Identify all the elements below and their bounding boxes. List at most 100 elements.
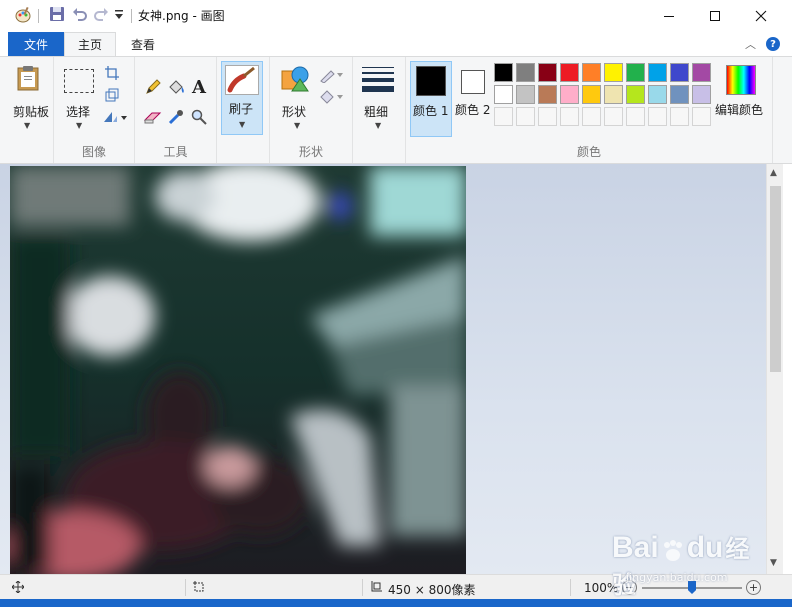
palette-swatch[interactable]: [692, 63, 711, 82]
maximize-icon[interactable]: [692, 0, 738, 31]
scroll-up-icon[interactable]: ▲: [770, 168, 777, 178]
colors-group-label: 颜色: [576, 145, 601, 159]
palette-swatch[interactable]: [670, 63, 689, 82]
custom-color-slot[interactable]: [692, 107, 711, 126]
edit-colors-icon: [726, 65, 756, 95]
color2-button[interactable]: 颜色 2: [454, 61, 494, 137]
colors-group: 颜色 1 颜色 2 编辑颜色 颜色: [406, 57, 773, 163]
image-group: 选择 ▼ 图像: [54, 57, 135, 163]
palette-swatch[interactable]: [582, 63, 601, 82]
palette-swatch[interactable]: [516, 63, 535, 82]
palette-swatch[interactable]: [582, 85, 601, 104]
select-button[interactable]: 选择 ▼: [60, 63, 100, 133]
brushes-label: 刷子: [229, 102, 254, 116]
window-title: 女神.png - 画图: [138, 9, 225, 23]
size-button[interactable]: 粗细 ▼: [358, 63, 400, 133]
collapse-ribbon-icon[interactable]: ︿: [745, 36, 756, 52]
redo-icon[interactable]: [93, 6, 111, 24]
color-palette: [494, 63, 716, 129]
select-label: 选择: [66, 105, 91, 119]
color-picker-icon[interactable]: [166, 107, 186, 127]
palette-swatch[interactable]: [604, 63, 623, 82]
selection-size-icon: [193, 581, 205, 596]
select-icon: [64, 69, 94, 93]
eraser-icon[interactable]: [143, 107, 163, 127]
paste-icon: [16, 65, 40, 94]
palette-swatch[interactable]: [538, 85, 557, 104]
palette-swatch[interactable]: [626, 63, 645, 82]
custom-color-slot[interactable]: [582, 107, 601, 126]
palette-swatch[interactable]: [604, 85, 623, 104]
window-edge: [783, 164, 792, 574]
image-size-icon: [370, 581, 382, 596]
tab-home[interactable]: 主页: [64, 32, 116, 56]
clipboard-button[interactable]: 剪贴板 ▼: [6, 61, 50, 133]
status-separator: [362, 579, 363, 596]
palette-swatch[interactable]: [516, 85, 535, 104]
palette-swatch[interactable]: [494, 85, 513, 104]
color1-label: 颜色 1: [413, 104, 449, 118]
color1-button[interactable]: 颜色 1: [410, 61, 452, 137]
customize-dropdown-icon[interactable]: [114, 9, 132, 27]
color2-label: 颜色 2: [455, 103, 491, 117]
close-icon[interactable]: [738, 0, 784, 31]
clipboard-label: 剪贴板: [13, 105, 50, 119]
title-separator: [131, 9, 132, 23]
shapes-button[interactable]: 形状 ▼: [276, 63, 320, 133]
brushes-button[interactable]: 刷子 ▼: [221, 61, 263, 135]
size-group: 粗细 ▼: [353, 57, 406, 163]
palette-swatch[interactable]: [560, 85, 579, 104]
shapes-label: 形状: [282, 105, 307, 119]
palette-swatch[interactable]: [692, 85, 711, 104]
magnifier-icon[interactable]: [189, 107, 209, 127]
watermark-brand: Bai: [612, 531, 659, 564]
palette-swatch[interactable]: [538, 63, 557, 82]
scrollbar-thumb[interactable]: [770, 186, 781, 372]
chevron-down-icon: ▼: [294, 121, 301, 130]
tab-file[interactable]: 文件: [8, 32, 64, 56]
crop-icon[interactable]: [102, 63, 122, 83]
rotate-icon[interactable]: [102, 107, 128, 127]
palette-swatch[interactable]: [648, 85, 667, 104]
watermark: Bai du经验 jingyan.baidu.com: [612, 527, 762, 599]
custom-color-slot[interactable]: [604, 107, 623, 126]
save-icon[interactable]: [49, 6, 67, 24]
ribbon: 剪贴板 ▼ 选择 ▼ 图像 A 工具 刷子 ▼ 形状 ▼ 形状 粗细 ▼ 颜色 …: [0, 56, 792, 164]
vertical-scrollbar[interactable]: ▲ ▼: [766, 164, 783, 574]
tab-view[interactable]: 查看: [118, 32, 168, 56]
scroll-down-icon[interactable]: ▼: [770, 558, 777, 568]
resize-icon[interactable]: [102, 85, 122, 105]
cursor-position-icon: [11, 580, 25, 596]
text-icon[interactable]: A: [189, 77, 209, 98]
status-separator: [570, 579, 571, 596]
outline-icon[interactable]: [318, 65, 344, 85]
edit-colors-button[interactable]: 编辑颜色: [715, 61, 772, 137]
chevron-down-icon: ▼: [239, 120, 246, 129]
watermark-brand2: du: [686, 531, 724, 564]
image-canvas[interactable]: [10, 166, 466, 574]
help-icon[interactable]: ?: [766, 37, 780, 51]
palette-swatch[interactable]: [494, 63, 513, 82]
palette-swatch[interactable]: [648, 63, 667, 82]
palette-swatch[interactable]: [670, 85, 689, 104]
custom-color-slot[interactable]: [538, 107, 557, 126]
minimize-icon[interactable]: [646, 0, 692, 31]
custom-color-slot[interactable]: [560, 107, 579, 126]
edit-colors-label: 编辑颜色: [715, 103, 764, 117]
custom-color-slot[interactable]: [626, 107, 645, 126]
chevron-down-icon: ▼: [76, 121, 83, 130]
palette-swatch[interactable]: [560, 63, 579, 82]
watermark-url: jingyan.baidu.com: [626, 571, 728, 584]
shape-fill-icon[interactable]: [318, 87, 344, 107]
clipboard-group: 剪贴板 ▼: [0, 57, 54, 163]
custom-color-slot[interactable]: [516, 107, 535, 126]
custom-color-slot[interactable]: [670, 107, 689, 126]
custom-color-slot[interactable]: [648, 107, 667, 126]
pencil-icon[interactable]: [143, 77, 163, 97]
paint-app-icon[interactable]: [14, 6, 32, 24]
fill-icon[interactable]: [166, 77, 186, 97]
custom-color-slot[interactable]: [494, 107, 513, 126]
undo-icon[interactable]: [72, 6, 90, 24]
chevron-down-icon: ▼: [375, 121, 382, 130]
palette-swatch[interactable]: [626, 85, 645, 104]
